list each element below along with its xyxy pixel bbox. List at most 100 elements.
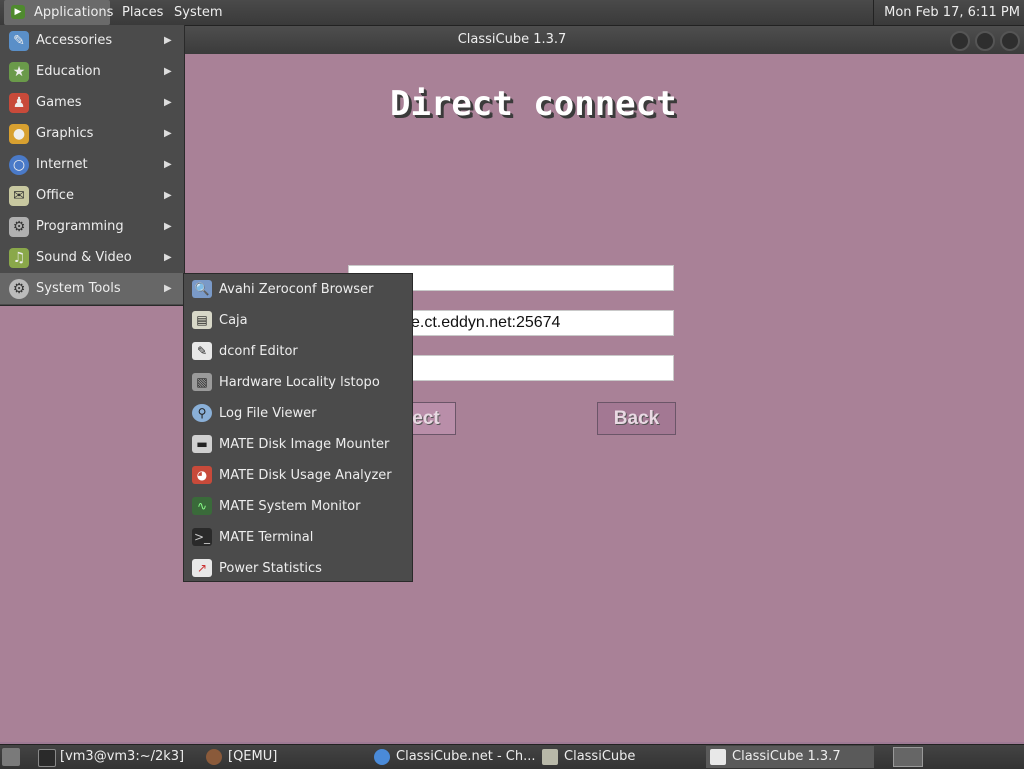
submenu-item-terminal[interactable]: >_ MATE Terminal xyxy=(184,522,412,553)
show-desktop-icon[interactable] xyxy=(2,748,20,766)
accessories-icon: ✎ xyxy=(9,31,29,51)
log-viewer-icon: ⚲ xyxy=(192,404,212,422)
submenu-item-label: Caja xyxy=(219,313,248,328)
submenu-item-lstopo[interactable]: ▧ Hardware Locality lstopo xyxy=(184,367,412,398)
task-folder[interactable]: ClassiCube xyxy=(538,746,704,768)
submenu-item-system-monitor[interactable]: ∿ MATE System Monitor xyxy=(184,491,412,522)
menu-item-label: Education xyxy=(36,64,101,79)
submenu-item-label: dconf Editor xyxy=(219,344,298,359)
back-button[interactable]: Back xyxy=(597,402,676,435)
disk-mounter-icon: ▬ xyxy=(192,435,212,453)
education-icon: ★ xyxy=(9,62,29,82)
applications-label: Applications xyxy=(34,5,114,20)
submenu-item-label: Hardware Locality lstopo xyxy=(219,375,380,390)
submenu-item-label: Log File Viewer xyxy=(219,406,317,421)
caja-icon: ▤ xyxy=(192,311,212,329)
menu-item-system-tools[interactable]: ⚙ System Tools ▶ xyxy=(0,273,184,304)
system-tools-submenu: 🔍 Avahi Zeroconf Browser ▤ Caja ✎ dconf … xyxy=(183,273,413,582)
submenu-arrow-icon: ▶ xyxy=(164,159,172,170)
internet-icon: ○ xyxy=(9,155,29,175)
submenu-arrow-icon: ▶ xyxy=(164,221,172,232)
screen-title: Direct connect xyxy=(390,84,677,124)
task-qemu[interactable]: [QEMU] xyxy=(202,746,368,768)
system-monitor-icon: ∿ xyxy=(192,497,212,515)
task-classicube[interactable]: ClassiCube 1.3.7 xyxy=(706,746,874,768)
sound-video-icon: ♫ xyxy=(9,248,29,268)
submenu-item-disk-usage[interactable]: ◕ MATE Disk Usage Analyzer xyxy=(184,460,412,491)
close-icon[interactable] xyxy=(1000,31,1020,51)
power-stats-icon: ↗ xyxy=(192,559,212,577)
task-label: [QEMU] xyxy=(228,749,278,764)
classicube-icon xyxy=(710,749,726,765)
dconf-icon: ✎ xyxy=(192,342,212,360)
submenu-item-label: MATE Terminal xyxy=(219,530,314,545)
terminal-icon: >_ xyxy=(192,528,212,546)
avahi-icon: 🔍 xyxy=(192,280,212,298)
clock[interactable]: Mon Feb 17, 6:11 PM xyxy=(873,0,1020,25)
submenu-item-label: MATE System Monitor xyxy=(219,499,361,514)
task-label: ClassiCube 1.3.7 xyxy=(732,749,841,764)
system-tools-icon: ⚙ xyxy=(9,279,29,299)
menu-item-education[interactable]: ★ Education ▶ xyxy=(0,56,184,87)
bottom-panel: [vm3@vm3:~/2k3] [QEMU] ClassiCube.net - … xyxy=(0,744,1024,769)
qemu-icon xyxy=(206,749,222,765)
submenu-item-caja[interactable]: ▤ Caja xyxy=(184,305,412,336)
submenu-item-power-stats[interactable]: ↗ Power Statistics xyxy=(184,553,412,584)
places-menu-button[interactable]: Places xyxy=(116,0,169,25)
mate-logo-icon: ▶ xyxy=(11,5,25,19)
submenu-item-dconf[interactable]: ✎ dconf Editor xyxy=(184,336,412,367)
submenu-item-label: MATE Disk Image Mounter xyxy=(219,437,390,452)
menu-item-label: Internet xyxy=(36,157,88,172)
submenu-item-label: Power Statistics xyxy=(219,561,322,576)
folder-icon xyxy=(542,749,558,765)
minimize-icon[interactable] xyxy=(950,31,970,51)
submenu-item-log-viewer[interactable]: ⚲ Log File Viewer xyxy=(184,398,412,429)
menu-item-label: Sound & Video xyxy=(36,250,132,265)
workspace-switcher[interactable] xyxy=(893,747,923,767)
hardware-icon: ▧ xyxy=(192,373,212,391)
programming-icon: ⚙ xyxy=(9,217,29,237)
menu-item-label: System Tools xyxy=(36,281,121,296)
menu-item-label: Office xyxy=(36,188,74,203)
menu-item-label: Programming xyxy=(36,219,124,234)
submenu-item-label: Avahi Zeroconf Browser xyxy=(219,282,374,297)
system-menu-button[interactable]: System xyxy=(168,0,228,25)
submenu-arrow-icon: ▶ xyxy=(164,190,172,201)
task-chromium[interactable]: ClassiCube.net - Ch... xyxy=(370,746,536,768)
graphics-icon: ● xyxy=(9,124,29,144)
task-label: ClassiCube xyxy=(564,749,636,764)
disk-usage-icon: ◕ xyxy=(192,466,212,484)
submenu-arrow-icon: ▶ xyxy=(164,66,172,77)
window-title: ClassiCube 1.3.7 xyxy=(457,32,567,47)
submenu-item-avahi[interactable]: 🔍 Avahi Zeroconf Browser xyxy=(184,274,412,305)
menu-item-accessories[interactable]: ✎ Accessories ▶ xyxy=(0,25,184,56)
terminal-icon xyxy=(38,749,56,767)
games-icon: ♟ xyxy=(9,93,29,113)
submenu-item-disk-mounter[interactable]: ▬ MATE Disk Image Mounter xyxy=(184,429,412,460)
submenu-arrow-icon: ▶ xyxy=(164,97,172,108)
submenu-item-label: MATE Disk Usage Analyzer xyxy=(219,468,392,483)
applications-menu: ✎ Accessories ▶ ★ Education ▶ ♟ Games ▶ … xyxy=(0,25,185,306)
submenu-arrow-icon: ▶ xyxy=(164,35,172,46)
task-label: ClassiCube.net - Ch... xyxy=(396,749,536,764)
submenu-arrow-icon: ▶ xyxy=(164,252,172,263)
menu-item-games[interactable]: ♟ Games ▶ xyxy=(0,87,184,118)
submenu-arrow-icon: ▶ xyxy=(164,283,172,294)
menu-item-sound-video[interactable]: ♫ Sound & Video ▶ xyxy=(0,242,184,273)
maximize-icon[interactable] xyxy=(975,31,995,51)
task-terminal[interactable]: [vm3@vm3:~/2k3] xyxy=(34,746,200,768)
task-label: [vm3@vm3:~/2k3] xyxy=(60,749,185,764)
menu-item-label: Accessories xyxy=(36,33,113,48)
applications-menu-button[interactable]: ▶ Applications xyxy=(4,0,114,25)
menu-item-programming[interactable]: ⚙ Programming ▶ xyxy=(0,211,184,242)
menu-item-label: Games xyxy=(36,95,82,110)
office-icon: ✉ xyxy=(9,186,29,206)
chromium-icon xyxy=(374,749,390,765)
menu-item-office[interactable]: ✉ Office ▶ xyxy=(0,180,184,211)
ip-port-value: e.ct.eddyn.net:25674 xyxy=(411,314,561,331)
menu-item-label: Graphics xyxy=(36,126,94,141)
submenu-arrow-icon: ▶ xyxy=(164,128,172,139)
menu-item-graphics[interactable]: ● Graphics ▶ xyxy=(0,118,184,149)
menu-item-internet[interactable]: ○ Internet ▶ xyxy=(0,149,184,180)
top-panel: ▶ Applications Places System Mon Feb 17,… xyxy=(0,0,1024,26)
